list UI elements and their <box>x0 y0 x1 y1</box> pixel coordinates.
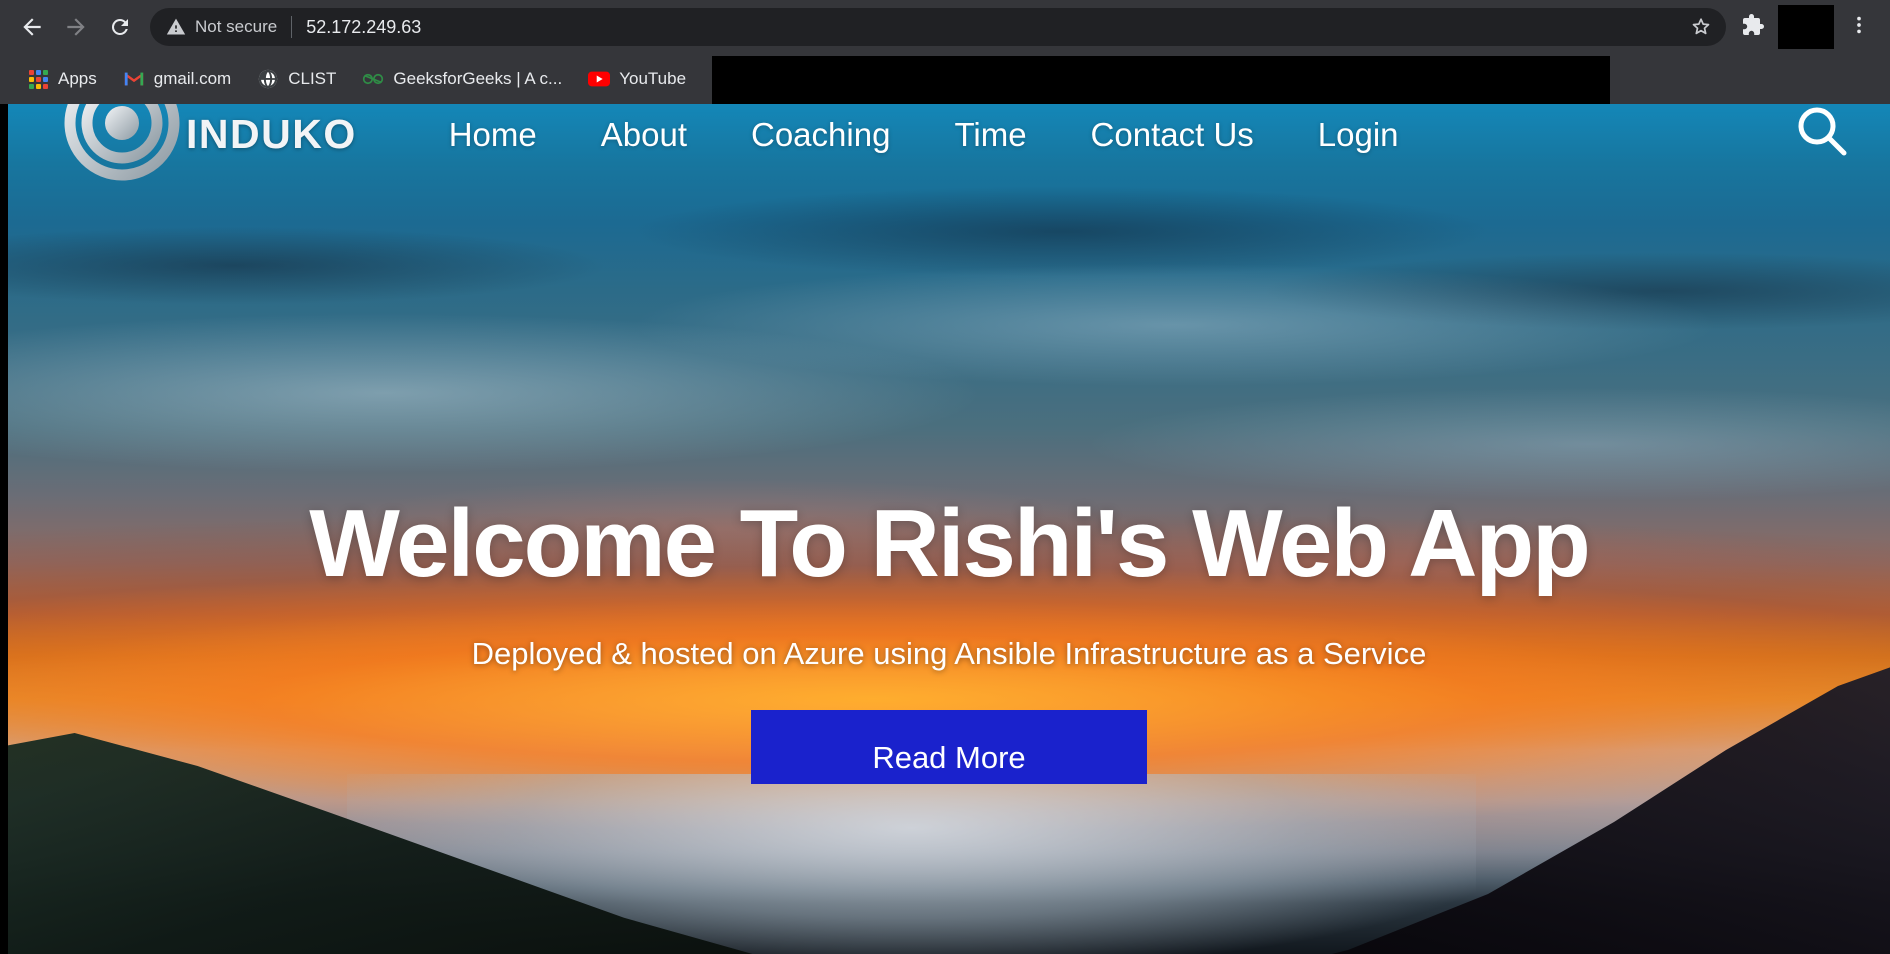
three-dot-menu-icon <box>1848 14 1870 41</box>
forward-arrow-icon <box>63 14 89 40</box>
bookmark-label: GeeksforGeeks | A c... <box>393 69 563 88</box>
globe-icon <box>257 68 279 90</box>
search-icon[interactable] <box>1792 104 1852 166</box>
bookmark-clist[interactable]: CLIST <box>246 62 347 96</box>
bookmark-label: Apps <box>58 69 97 88</box>
hero-section: Welcome To Rishi's Web App Deployed & ho… <box>8 104 1890 954</box>
site-navigation: Home About Coaching Time Contact Us Logi… <box>449 116 1770 154</box>
nav-item-contact-us[interactable]: Contact Us <box>1091 116 1254 154</box>
apps-grid-icon <box>27 68 49 90</box>
hero-subtitle: Deployed & hosted on Azure using Ansible… <box>471 636 1427 671</box>
page-viewport: INDUKO Home About Coaching Time Contact … <box>0 104 1890 954</box>
back-button[interactable] <box>10 5 54 49</box>
extensions-button[interactable] <box>1732 6 1774 48</box>
nav-item-time[interactable]: Time <box>954 116 1026 154</box>
profile-button[interactable] <box>1778 5 1834 49</box>
reload-icon <box>108 15 132 39</box>
reload-button[interactable] <box>98 5 142 49</box>
omnibox-divider <box>291 16 293 38</box>
forward-button[interactable] <box>54 5 98 49</box>
site-brand[interactable]: INDUKO <box>64 104 357 181</box>
concentric-rings-logo-icon <box>64 104 180 181</box>
bookmark-geeksforgeeks[interactable]: GeeksforGeeks | A c... <box>351 62 573 96</box>
site-header: INDUKO Home About Coaching Time Contact … <box>8 104 1890 181</box>
browser-toolbar: Not secure 52.172.249.63 <box>0 0 1890 54</box>
bookmark-youtube[interactable]: YouTube <box>577 62 697 96</box>
bookmark-label: CLIST <box>288 69 337 88</box>
chrome-menu-button[interactable] <box>1838 6 1880 48</box>
youtube-icon <box>588 68 611 90</box>
hero-title: Welcome To Rishi's Web App <box>309 490 1590 597</box>
security-status-label: Not secure <box>195 17 278 36</box>
nav-item-home[interactable]: Home <box>449 116 537 154</box>
warning-triangle-icon <box>166 17 186 37</box>
brand-name: INDUKO <box>186 110 357 157</box>
read-more-button[interactable]: Read More <box>751 710 1147 784</box>
bookmark-label: YouTube <box>619 69 687 88</box>
star-outline-icon[interactable] <box>1686 12 1716 42</box>
nav-item-login[interactable]: Login <box>1318 116 1399 154</box>
gmail-icon <box>123 68 145 90</box>
bookmarks-bar-overlay <box>712 56 1610 104</box>
browser-window: Not secure 52.172.249.63 Apps gmail.com … <box>0 0 1890 954</box>
nav-item-coaching[interactable]: Coaching <box>751 116 890 154</box>
bookmark-label: gmail.com <box>153 69 232 88</box>
bookmark-gmail[interactable]: gmail.com <box>112 62 242 96</box>
url-text: 52.172.249.63 <box>306 16 422 37</box>
back-arrow-icon <box>19 14 45 40</box>
bookmark-apps[interactable]: Apps <box>16 62 108 96</box>
web-page: INDUKO Home About Coaching Time Contact … <box>8 104 1890 954</box>
address-bar[interactable]: Not secure 52.172.249.63 <box>150 8 1726 46</box>
puzzle-piece-icon <box>1741 13 1765 42</box>
bookmarks-bar: Apps gmail.com CLIST GeeksforGeeks | A c… <box>0 54 1890 104</box>
nav-item-about[interactable]: About <box>601 116 687 154</box>
geeksforgeeks-icon <box>362 68 384 90</box>
